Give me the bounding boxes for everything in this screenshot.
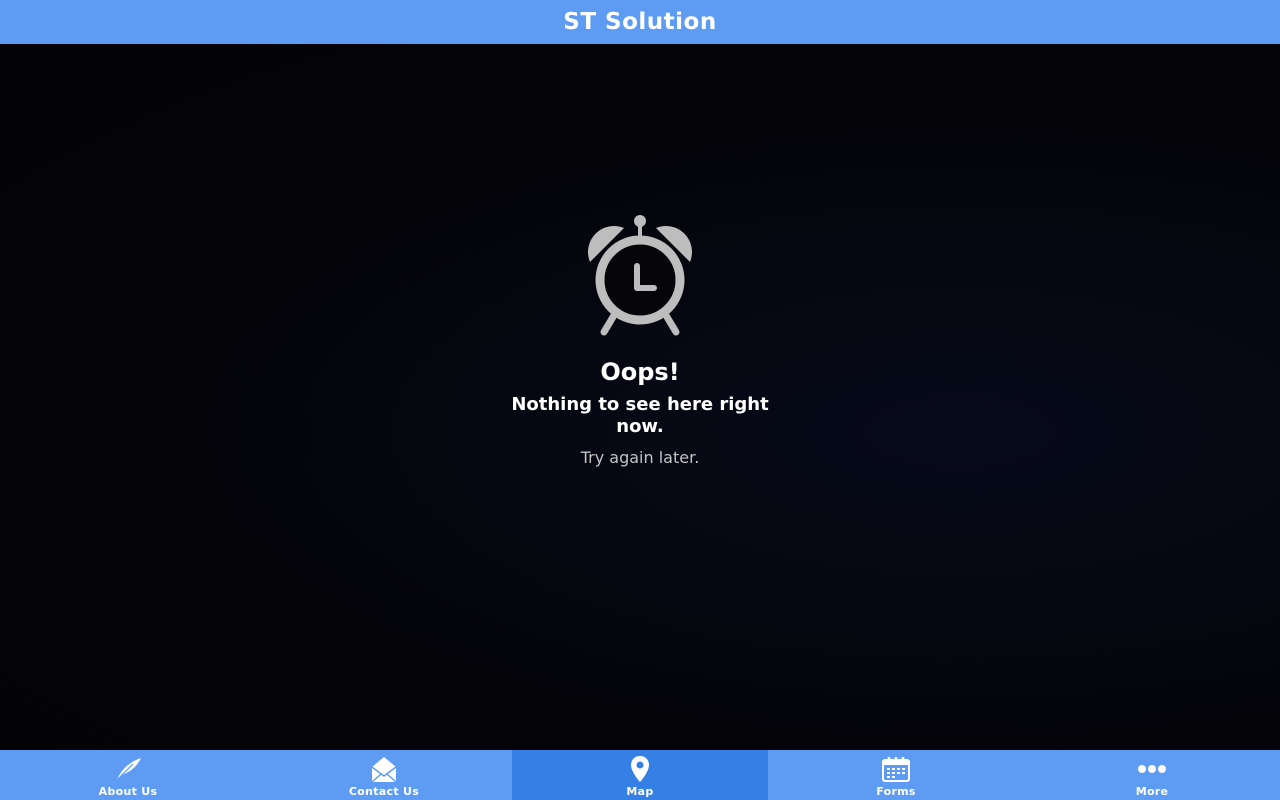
main-content: Oops! Nothing to see here right now. Try… xyxy=(0,44,1280,750)
tab-about-us[interactable]: About Us xyxy=(0,750,256,800)
tab-map[interactable]: Map xyxy=(512,750,768,800)
empty-state-message: Nothing to see here right now. xyxy=(511,394,769,437)
app-header: ST Solution xyxy=(0,0,1280,44)
feather-icon xyxy=(113,754,143,784)
tab-label: Map xyxy=(626,785,654,798)
tab-contact-us[interactable]: Contact Us xyxy=(256,750,512,800)
tab-label: About Us xyxy=(98,785,158,798)
bottom-tab-bar: About Us Contact Us Map Forms More xyxy=(0,750,1280,800)
tab-label: Forms xyxy=(876,785,916,798)
empty-state: Oops! Nothing to see here right now. Try… xyxy=(490,214,790,467)
alarm-clock-icon xyxy=(588,215,692,336)
tab-forms[interactable]: Forms xyxy=(768,750,1024,800)
tab-label: Contact Us xyxy=(348,785,420,798)
map-pin-icon xyxy=(625,754,655,784)
empty-state-title: Oops! xyxy=(600,358,680,386)
app-title: ST Solution xyxy=(563,9,717,35)
envelope-icon xyxy=(369,754,399,784)
calendar-icon xyxy=(881,754,911,784)
more-dots-icon xyxy=(1137,754,1167,784)
tab-label: More xyxy=(1135,785,1169,798)
tab-more[interactable]: More xyxy=(1024,750,1280,800)
empty-state-hint: Try again later. xyxy=(580,448,700,467)
